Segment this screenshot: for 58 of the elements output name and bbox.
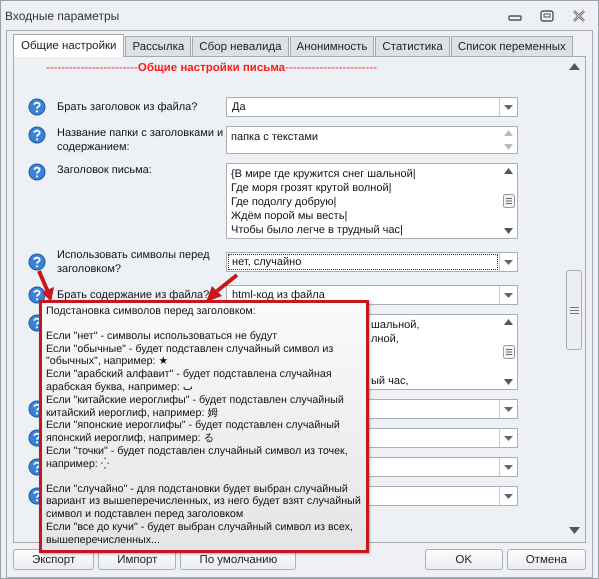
scrollbar-thumb[interactable]	[566, 270, 582, 350]
caret-icon	[504, 104, 513, 110]
dropdown-value: Да	[231, 100, 247, 115]
text-area[interactable]: {В мире где кружится снег шальной| Где моря грозят крутой волной| Где подолгу добрую| Ждём порой мы весть| Чтобы было легче в трудный час|	[226, 163, 518, 239]
tooltip-text: Если "японские иероглифы" - будет подставлен случайный японский иероглиф, например: る	[46, 419, 341, 445]
dropdown[interactable]: нет, случайно	[226, 252, 518, 272]
restore-icon[interactable]	[540, 10, 554, 22]
caret-icon	[504, 260, 513, 264]
text-line: лной,	[371, 332, 399, 346]
tab[interactable]: Рассылка	[125, 36, 192, 56]
tab[interactable]: Статистика	[375, 36, 450, 56]
scroll-up-icon[interactable]	[568, 63, 580, 70]
caret-icon	[504, 406, 513, 412]
scroll-down-icon[interactable]	[568, 527, 580, 534]
text-line: Где моря грозят крутой волной|	[231, 181, 392, 195]
text-line: Ждём порой мы весть|	[231, 209, 348, 223]
caret-icon	[504, 464, 513, 470]
help-icon[interactable]	[28, 163, 46, 181]
scroll-up-icon[interactable]	[504, 319, 513, 325]
field-label: Название папки с заголовками и содержанием:	[57, 127, 224, 153]
text-line: ый час,	[371, 374, 409, 388]
tooltip-text: Если "китайские иероглифы" - будет подставлен случайный китайский иероглиф, например: 姆	[46, 394, 345, 420]
dropdown-value: нет, случайно	[228, 254, 498, 270]
dropdown-value: html-код из файла	[231, 288, 326, 303]
text-line: Чтобы было легче в трудный час|	[231, 223, 403, 237]
field-label: Брать содержание из файла?	[57, 288, 210, 302]
text-line: шальной,	[371, 318, 420, 332]
tooltip-text: Если "точки" - будет подставлен случайный символ из точек, например: ⁛	[46, 444, 349, 471]
caret-icon	[504, 436, 513, 440]
tab[interactable]: Общие настройки	[13, 34, 124, 57]
grip-icon	[570, 306, 578, 314]
field-label: Использовать символы перед заголовком?	[57, 248, 211, 276]
field-label: Брать заголовок из файла?	[57, 100, 198, 114]
scroll-up-icon[interactable]	[504, 168, 513, 174]
help-icon[interactable]	[28, 126, 46, 144]
caret-icon	[504, 494, 513, 498]
scroll-thumb-icon[interactable]	[502, 345, 514, 359]
help-icon[interactable]	[28, 98, 46, 116]
tooltip-text: Если "случайно" - для подстановки будет выбран случайный вариант из вышеперечисленных, из него будет взят случайный символ и подставлен перед заголовком	[46, 482, 362, 521]
dialog-button[interactable]: Отмена	[506, 549, 586, 570]
section-header: ------------------------Общие настройки письма------------------------	[45, 62, 378, 74]
window-title: Входные параметры	[5, 8, 120, 22]
text-line: папка с текстами	[231, 130, 318, 144]
scroll-thumb-icon[interactable]	[502, 194, 514, 208]
field-label: Заголовок письма:	[57, 164, 152, 176]
caret-icon	[504, 292, 513, 298]
tab[interactable]: Список переменных	[450, 36, 573, 56]
dropdown[interactable]: Да	[226, 97, 518, 117]
close-icon[interactable]	[572, 10, 586, 22]
tab[interactable]: Анонимность	[290, 36, 374, 56]
tab[interactable]: Сбор невалида	[192, 36, 289, 56]
text-line: {В мире где кружится снег шальной|	[231, 167, 416, 181]
tooltip-text: Если "все до кучи" - будет выбран случайный символ из всех, вышеперечисленных...	[46, 520, 354, 547]
text-line: Где подолгу добрую|	[231, 195, 336, 209]
scroll-down-icon[interactable]	[504, 379, 513, 385]
scroll-down-icon[interactable]	[504, 228, 513, 234]
dialog-button[interactable]: OK	[424, 549, 503, 570]
help-icon[interactable]	[28, 253, 46, 271]
